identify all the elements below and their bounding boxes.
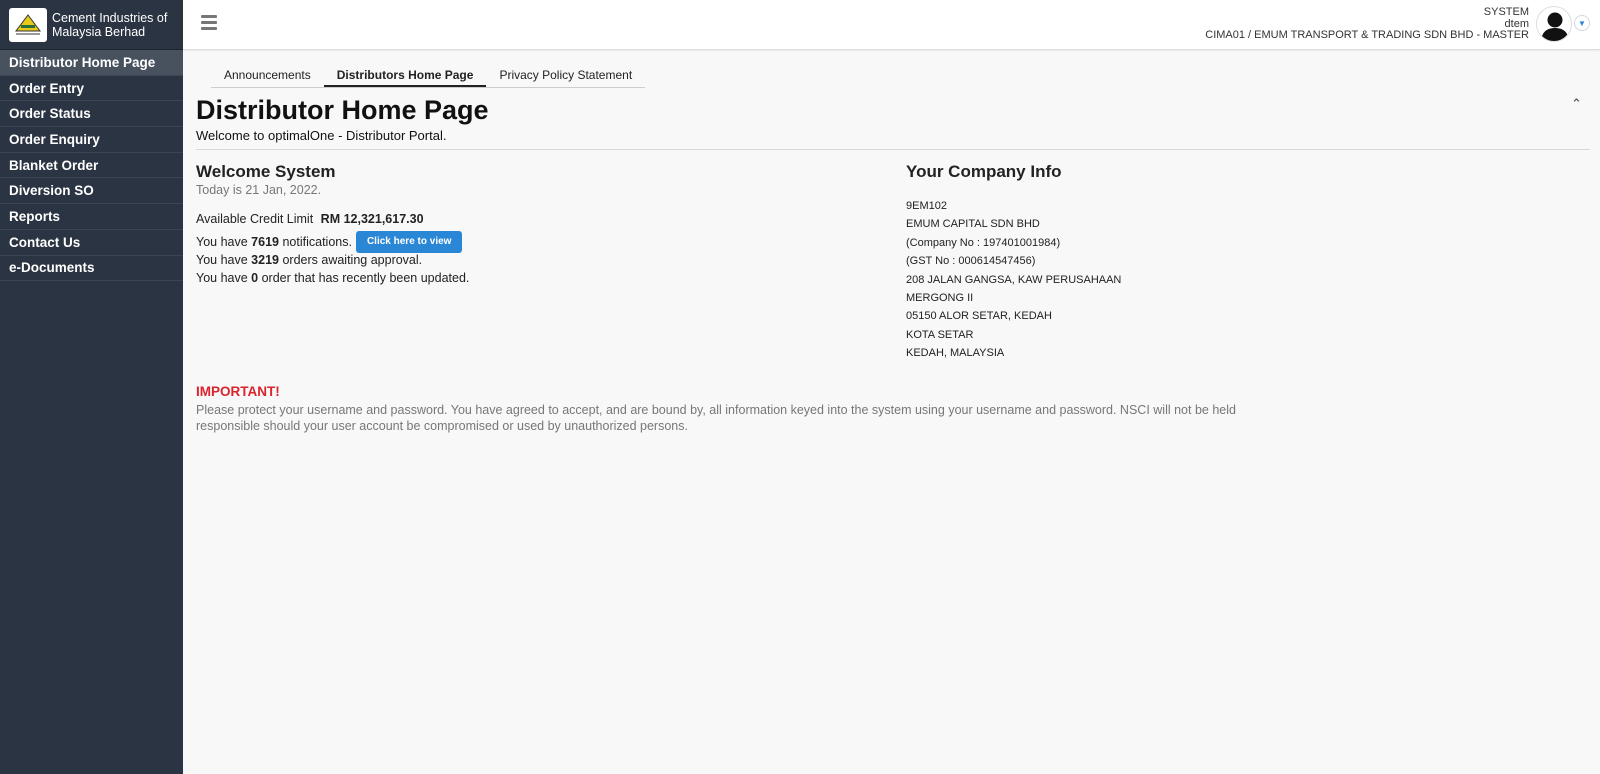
updated-count: 0 — [251, 271, 259, 285]
sidebar-item-blanket-order[interactable]: Blanket Order — [0, 153, 183, 179]
company-address-line1: 208 JALAN GANGSA, KAW PERUSAHAAN — [906, 273, 1122, 286]
notifications-row: You have 7619 notifications. Click here … — [196, 231, 463, 253]
updated-suffix: order that has recently been updated. — [261, 271, 470, 285]
approval-prefix: You have — [196, 253, 248, 267]
sidebar-item-distributor-home-page[interactable]: Distributor Home Page — [0, 50, 183, 76]
tab-announcements[interactable]: Announcements — [211, 64, 324, 87]
sidebar-nav: Distributor Home Page Order Entry Order … — [0, 50, 183, 282]
page-subtitle: Welcome to optimalOne - Distributor Port… — [196, 128, 447, 143]
divider — [196, 149, 1590, 150]
sidebar-item-reports[interactable]: Reports — [0, 204, 183, 230]
chevron-down-icon[interactable]: ▼ — [1574, 15, 1590, 31]
view-notifications-button[interactable]: Click here to view — [355, 231, 463, 253]
tab-privacy-policy-statement[interactable]: Privacy Policy Statement — [486, 64, 645, 87]
notif-suffix: notifications. — [282, 235, 352, 249]
approval-count: 3219 — [251, 253, 279, 267]
welcome-title: Welcome System — [196, 162, 336, 181]
company-address-line2: MERGONG II — [906, 292, 974, 305]
credit-limit: Available Credit Limit RM 12,321,617.30 — [196, 212, 424, 226]
brand-header[interactable]: Cement Industries of Malaysia Berhad — [0, 0, 183, 50]
company-name: EMUM CAPITAL SDN BHD — [906, 218, 1040, 231]
company-address-line5: KEDAH, MALAYSIA — [906, 347, 1005, 360]
sidebar-item-order-status[interactable]: Order Status — [0, 101, 183, 128]
notif-prefix: You have — [196, 235, 248, 249]
user-name: SYSTEM — [1483, 6, 1529, 18]
company-code: 9EM102 — [906, 200, 947, 212]
chevron-up-icon[interactable]: ⌃ — [1571, 96, 1582, 112]
company-reg-no: (Company No : 197401001984) — [906, 236, 1061, 249]
user-info: SYSTEM dtem CIMA01 / EMUM TRANSPORT & TR… — [1205, 6, 1529, 42]
sidebar-item-e-documents[interactable]: e-Documents — [0, 256, 183, 282]
brand-name: Cement Industries of Malaysia Berhad — [52, 11, 167, 39]
credit-limit-label: Available Credit Limit — [196, 212, 314, 226]
notif-count: 7619 — [251, 235, 279, 249]
sidebar-item-order-entry[interactable]: Order Entry — [0, 76, 183, 102]
company-logo — [9, 7, 47, 42]
user-avatar-icon[interactable] — [1536, 6, 1572, 42]
brand-name-line2: Malaysia Berhad — [52, 24, 146, 39]
company-info: 9EM102 EMUM CAPITAL SDN BHD (Company No … — [906, 197, 1121, 363]
today-date: Today is 21 Jan, 2022. — [196, 183, 322, 197]
approval-suffix: orders awaiting approval. — [282, 253, 423, 267]
page-title: Distributor Home Page — [196, 95, 489, 125]
company-gst-no: (GST No : 000614547456) — [906, 255, 1036, 268]
approval-row: You have 3219 orders awaiting approval. — [196, 253, 422, 267]
user-company: CIMA01 / EMUM TRANSPORT & TRADING SDN BH… — [1205, 29, 1529, 41]
page-tabs: Announcements Distributors Home Page Pri… — [211, 64, 646, 88]
top-bar: SYSTEM dtem CIMA01 / EMUM TRANSPORT & TR… — [183, 0, 1600, 50]
sidebar: Cement Industries of Malaysia Berhad Dis… — [0, 0, 183, 774]
sidebar-item-diversion-so[interactable]: Diversion SO — [0, 178, 183, 205]
tab-distributors-home-page[interactable]: Distributors Home Page — [323, 64, 487, 87]
updated-prefix: You have — [196, 271, 248, 285]
important-label: IMPORTANT! — [196, 384, 280, 399]
brand-name-line1: Cement Industries of — [52, 10, 168, 25]
hamburger-icon[interactable] — [201, 15, 217, 30]
company-info-title: Your Company Info — [906, 162, 1062, 181]
sidebar-item-order-enquiry[interactable]: Order Enquiry — [0, 127, 183, 153]
company-address-line3: 05150 ALOR SETAR, KEDAH — [906, 310, 1052, 323]
sidebar-item-contact-us[interactable]: Contact Us — [0, 230, 183, 256]
updated-row: You have 0 order that has recently been … — [196, 271, 469, 285]
company-address-line4: KOTA SETAR — [906, 328, 974, 341]
important-text: Please protect your username and passwor… — [196, 403, 1236, 433]
credit-limit-value: RM 12,321,617.30 — [320, 212, 424, 226]
